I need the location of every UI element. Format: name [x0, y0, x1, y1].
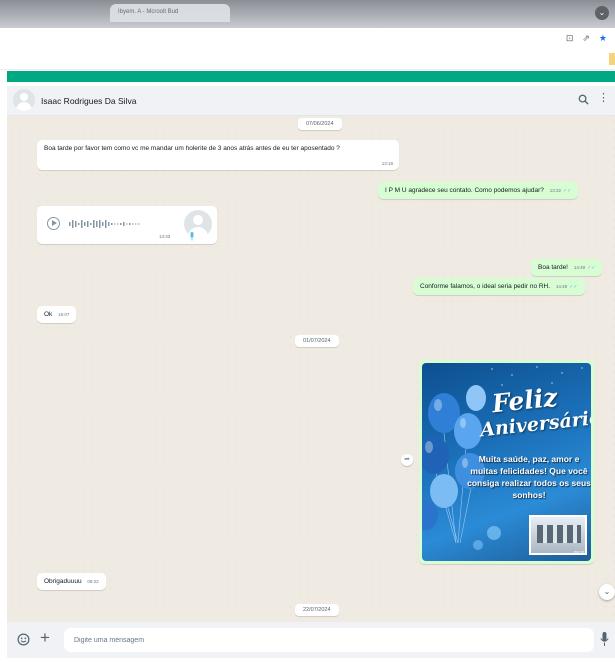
- message-input[interactable]: [64, 628, 594, 652]
- message-incoming[interactable]: Boa tarde por favor tem como vc me manda…: [37, 140, 399, 170]
- read-ticks-icon: ✓✓: [562, 188, 572, 194]
- window-bottom-edge: [0, 658, 615, 665]
- birthday-card-image[interactable]: Feliz Aniversário Muita saúde, paz, amor…: [422, 363, 591, 561]
- image-message[interactable]: Feliz Aniversário Muita saúde, paz, amor…: [419, 360, 594, 564]
- message-text: Boa tarde!: [538, 264, 568, 271]
- message-time: 14:49: [573, 265, 586, 270]
- app-top-accent-bar: [7, 71, 615, 82]
- bookmark-folder-icon[interactable]: [609, 53, 615, 65]
- building-photo: [529, 515, 587, 555]
- message-text: Obrigaduuuu: [44, 578, 82, 585]
- message-text: Conforme falamos, o ideal seria pedir no…: [420, 283, 551, 290]
- menu-icon[interactable]: ⋮: [598, 93, 609, 104]
- bookmark-star-icon[interactable]: ★: [599, 33, 607, 44]
- scroll-down-chevron-icon[interactable]: ⌄: [599, 584, 615, 600]
- contact-avatar-icon[interactable]: [13, 89, 35, 111]
- message-time: 09:31: [573, 550, 585, 555]
- message-time: 14:49: [555, 284, 568, 289]
- card-message-text: Muita saúde, paz, amor e muitas felicida…: [467, 454, 591, 500]
- message-composer: +: [7, 622, 615, 658]
- browser-tab-title: Ibyem. A - Mcroolt Bud: [118, 9, 179, 15]
- share-icon[interactable]: ⇗: [582, 33, 590, 44]
- microphone-icon: [190, 232, 194, 241]
- forward-icon[interactable]: ➦: [401, 454, 413, 466]
- audio-message[interactable]: 13:33: [37, 206, 217, 244]
- message-text: Boa tarde por favor tem como vc me manda…: [44, 145, 340, 152]
- message-text: Ok: [44, 311, 53, 318]
- address-bar-icons: ⊡ ⇗ ★: [566, 33, 607, 44]
- browser-tab-strip: Ibyem. A - Mcroolt Bud ⌄: [0, 0, 615, 28]
- read-ticks-icon: ✓✓: [587, 265, 596, 271]
- microphone-icon[interactable]: [600, 632, 609, 647]
- contact-name[interactable]: Isaac Rodrigues Da Silva: [41, 96, 136, 106]
- message-incoming[interactable]: Ok 15:07: [37, 306, 77, 323]
- bookmarks-bar: [0, 48, 615, 70]
- message-time: 13:33: [159, 234, 171, 239]
- date-separator: 22/07/2024: [295, 604, 339, 616]
- message-time: 09:22: [87, 579, 99, 584]
- date-separator: 01/07/2024: [295, 335, 339, 347]
- message-outgoing[interactable]: Boa tarde! 14:49 ✓✓: [531, 259, 603, 276]
- message-outgoing[interactable]: Conforme falamos, o ideal seria pedir no…: [413, 278, 585, 295]
- browser-tab[interactable]: Ibyem. A - Mcroolt Bud: [110, 4, 230, 22]
- google-lens-icon[interactable]: ⊡: [566, 33, 574, 44]
- browser-profile-button[interactable]: ⌄: [595, 6, 609, 20]
- read-ticks-icon: ✓✓: [569, 284, 578, 290]
- audio-waveform[interactable]: [69, 219, 155, 229]
- message-outgoing[interactable]: I P M U agradece seu contato. Como podem…: [378, 182, 579, 199]
- play-audio-icon[interactable]: [47, 217, 60, 230]
- chat-messages-area[interactable]: 07/06/2024 Boa tarde por favor tem como …: [7, 116, 615, 622]
- address-bar: ⊡ ⇗ ★: [0, 28, 615, 48]
- date-separator: 07/06/2024: [298, 118, 342, 130]
- message-incoming[interactable]: Obrigaduuuu 09:22: [37, 573, 106, 590]
- message-time: 13:32: [549, 188, 561, 193]
- chat-header[interactable]: Isaac Rodrigues Da Silva ⋮: [7, 86, 615, 116]
- emoji-icon[interactable]: [17, 633, 30, 646]
- message-time: 15:07: [58, 312, 70, 317]
- message-time: 13:18: [381, 161, 393, 166]
- attach-plus-icon[interactable]: +: [40, 629, 50, 646]
- search-icon[interactable]: [578, 94, 589, 105]
- message-text: I P M U agradece seu contato. Como podem…: [385, 187, 544, 194]
